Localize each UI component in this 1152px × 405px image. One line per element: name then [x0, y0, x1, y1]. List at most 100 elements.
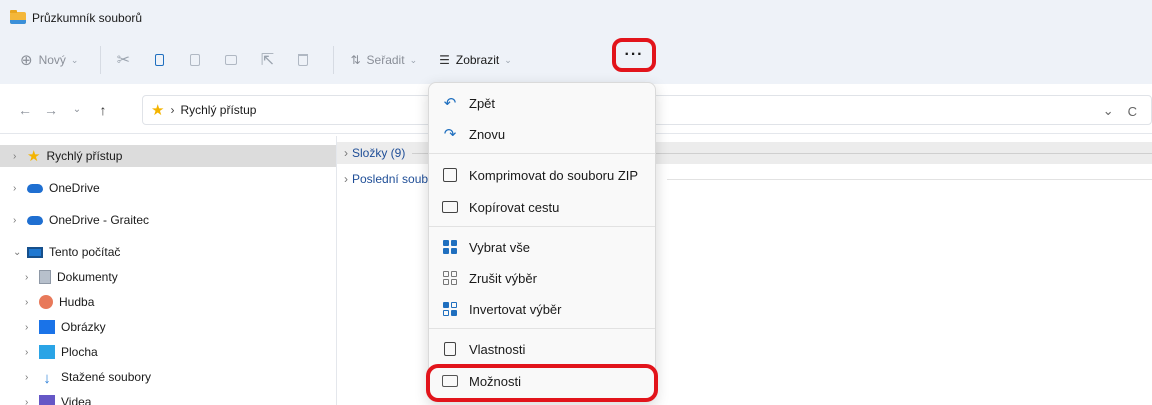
- toolbar-divider: [333, 46, 335, 74]
- recent-locations-icon[interactable]: ⌄: [64, 104, 90, 115]
- sidebar-item-documents[interactable]: › Dokumenty: [25, 266, 118, 288]
- breadcrumb-quick-access[interactable]: Rychlý přístup: [180, 103, 256, 117]
- group-label: Složky (9): [352, 146, 406, 160]
- up-icon[interactable]: ↑: [90, 102, 116, 118]
- menu-item-redo[interactable]: ↷ Znovu: [433, 120, 653, 148]
- menu-divider: [429, 226, 655, 227]
- chevron-down-icon: ⌄: [504, 54, 512, 65]
- window-title: Průzkumník souborů: [32, 11, 143, 25]
- refresh-icon[interactable]: C: [1128, 104, 1137, 119]
- chevron-right-icon[interactable]: ›: [25, 347, 39, 358]
- sidebar-item-label: Tento počítač: [49, 245, 121, 259]
- copy-icon[interactable]: [145, 46, 173, 74]
- menu-item-label: Komprimovat do souboru ZIP: [469, 167, 639, 183]
- zip-icon: [441, 166, 459, 184]
- sort-button[interactable]: ⇅ Seřadit ⌄: [342, 44, 425, 76]
- sort-icon: ⇅: [350, 53, 361, 67]
- sidebar-item-this-pc[interactable]: ⌄ Tento počítač: [13, 241, 120, 263]
- forward-icon[interactable]: →: [38, 102, 64, 118]
- see-more-menu: ↶ Zpět ↷ Znovu Komprimovat do souboru ZI…: [428, 82, 656, 402]
- downloads-icon: ↓: [43, 370, 51, 387]
- command-bar: ⊕ Nový ⌄ ✂ ⇱ ⇅ Seřadit ⌄ ☰ Zobrazit ⌄: [0, 36, 1152, 84]
- redo-icon: ↷: [443, 126, 457, 143]
- menu-item-label: Vybrat vše: [469, 239, 530, 255]
- address-dropdown-icon[interactable]: ⌄: [1103, 103, 1114, 119]
- sidebar-item-pictures[interactable]: › Obrázky: [25, 316, 106, 338]
- sidebar-item-label: OneDrive: [49, 181, 100, 195]
- cloud-icon: [27, 215, 43, 225]
- sidebar-item-desktop[interactable]: › Plocha: [25, 341, 98, 363]
- new-label: Nový: [38, 53, 66, 67]
- menu-item-select-all[interactable]: Vybrat vše: [433, 233, 653, 261]
- menu-item-label: Zpět: [469, 95, 496, 111]
- chevron-right-icon[interactable]: ›: [13, 215, 27, 226]
- sidebar-item-label: Videa: [61, 395, 92, 405]
- sidebar-item-label: OneDrive - Graitec: [49, 213, 150, 227]
- sidebar-item-label: Plocha: [61, 345, 98, 359]
- music-icon: [39, 295, 53, 309]
- menu-item-copy-path[interactable]: Kopírovat cestu: [433, 193, 653, 221]
- sidebar-item-downloads[interactable]: › ↓ Stažené soubory: [25, 366, 151, 388]
- pictures-icon: [39, 320, 55, 334]
- sidebar-item-label: Rychlý přístup: [46, 149, 123, 163]
- sidebar-item-videos[interactable]: › Videa: [25, 391, 91, 405]
- folder-icon: [10, 10, 26, 24]
- pc-icon: [27, 246, 43, 258]
- menu-item-undo[interactable]: ↶ Zpět: [433, 89, 653, 117]
- chevron-down-icon: ⌄: [70, 54, 79, 65]
- view-icon: ☰: [439, 53, 450, 67]
- menu-divider: [429, 328, 655, 329]
- sidebar-item-label: Hudba: [59, 295, 95, 309]
- sidebar-item-onedrive-graitec[interactable]: › OneDrive - Graitec: [13, 209, 149, 231]
- undo-icon: ↶: [443, 95, 457, 112]
- videos-icon: [39, 395, 55, 405]
- navigation-pane: › ★ Rychlý přístup › OneDrive › OneDrive…: [0, 136, 336, 405]
- sidebar-item-label: Dokumenty: [57, 270, 118, 284]
- cloud-icon: [27, 183, 43, 193]
- new-button[interactable]: ⊕ Nový ⌄: [12, 44, 86, 76]
- chevron-right-icon[interactable]: ›: [25, 372, 39, 383]
- chevron-down-icon[interactable]: ⌄: [13, 247, 27, 258]
- desktop-icon: [39, 345, 55, 359]
- chevron-right-icon[interactable]: ›: [25, 297, 39, 308]
- menu-item-compress-zip[interactable]: Komprimovat do souboru ZIP: [433, 161, 653, 189]
- chevron-right-icon[interactable]: ›: [25, 397, 39, 405]
- sort-label: Seřadit: [366, 53, 405, 67]
- menu-divider: [429, 153, 655, 154]
- view-button[interactable]: ☰ Zobrazit ⌄: [431, 44, 520, 76]
- options-highlight: [426, 364, 658, 402]
- select-all-icon: [441, 238, 459, 256]
- invert-selection-icon: [441, 300, 459, 318]
- sidebar-item-onedrive[interactable]: › OneDrive: [13, 177, 100, 199]
- menu-item-label: Kopírovat cestu: [469, 199, 560, 215]
- group-line: [667, 179, 1152, 180]
- chevron-right-icon[interactable]: ›: [25, 322, 39, 333]
- menu-item-label: Znovu: [469, 126, 506, 142]
- menu-item-label: Invertovat výběr: [469, 301, 562, 317]
- rename-icon[interactable]: [217, 46, 245, 74]
- chevron-down-icon: ⌄: [409, 54, 418, 65]
- view-label: Zobrazit: [455, 53, 500, 67]
- chevron-right-icon[interactable]: ›: [25, 272, 39, 283]
- delete-icon[interactable]: [289, 46, 317, 74]
- sidebar-item-quick-access[interactable]: › ★ Rychlý přístup: [0, 145, 336, 167]
- title-bar: Průzkumník souborů: [0, 0, 1152, 36]
- sidebar-item-music[interactable]: › Hudba: [25, 291, 94, 313]
- paste-icon[interactable]: [181, 46, 209, 74]
- star-icon: ★: [27, 148, 41, 165]
- menu-item-invert-selection[interactable]: Invertovat výběr: [433, 295, 653, 323]
- star-icon: ★: [151, 102, 165, 119]
- see-more-button[interactable]: ···: [612, 38, 656, 72]
- cut-icon[interactable]: ✂: [109, 46, 137, 74]
- chevron-right-icon[interactable]: ›: [13, 183, 27, 194]
- menu-item-properties[interactable]: Vlastnosti: [433, 335, 653, 363]
- menu-item-label: Vlastnosti: [469, 341, 526, 357]
- sidebar-item-label: Obrázky: [61, 320, 106, 334]
- share-icon[interactable]: ⇱: [253, 46, 281, 74]
- menu-item-select-none[interactable]: Zrušit výběr: [433, 264, 653, 292]
- back-icon[interactable]: ←: [12, 102, 38, 118]
- breadcrumb-separator: ›: [170, 103, 175, 117]
- menu-item-label: Zrušit výběr: [469, 270, 537, 286]
- new-icon: ⊕: [20, 52, 33, 69]
- chevron-right-icon[interactable]: ›: [13, 151, 27, 162]
